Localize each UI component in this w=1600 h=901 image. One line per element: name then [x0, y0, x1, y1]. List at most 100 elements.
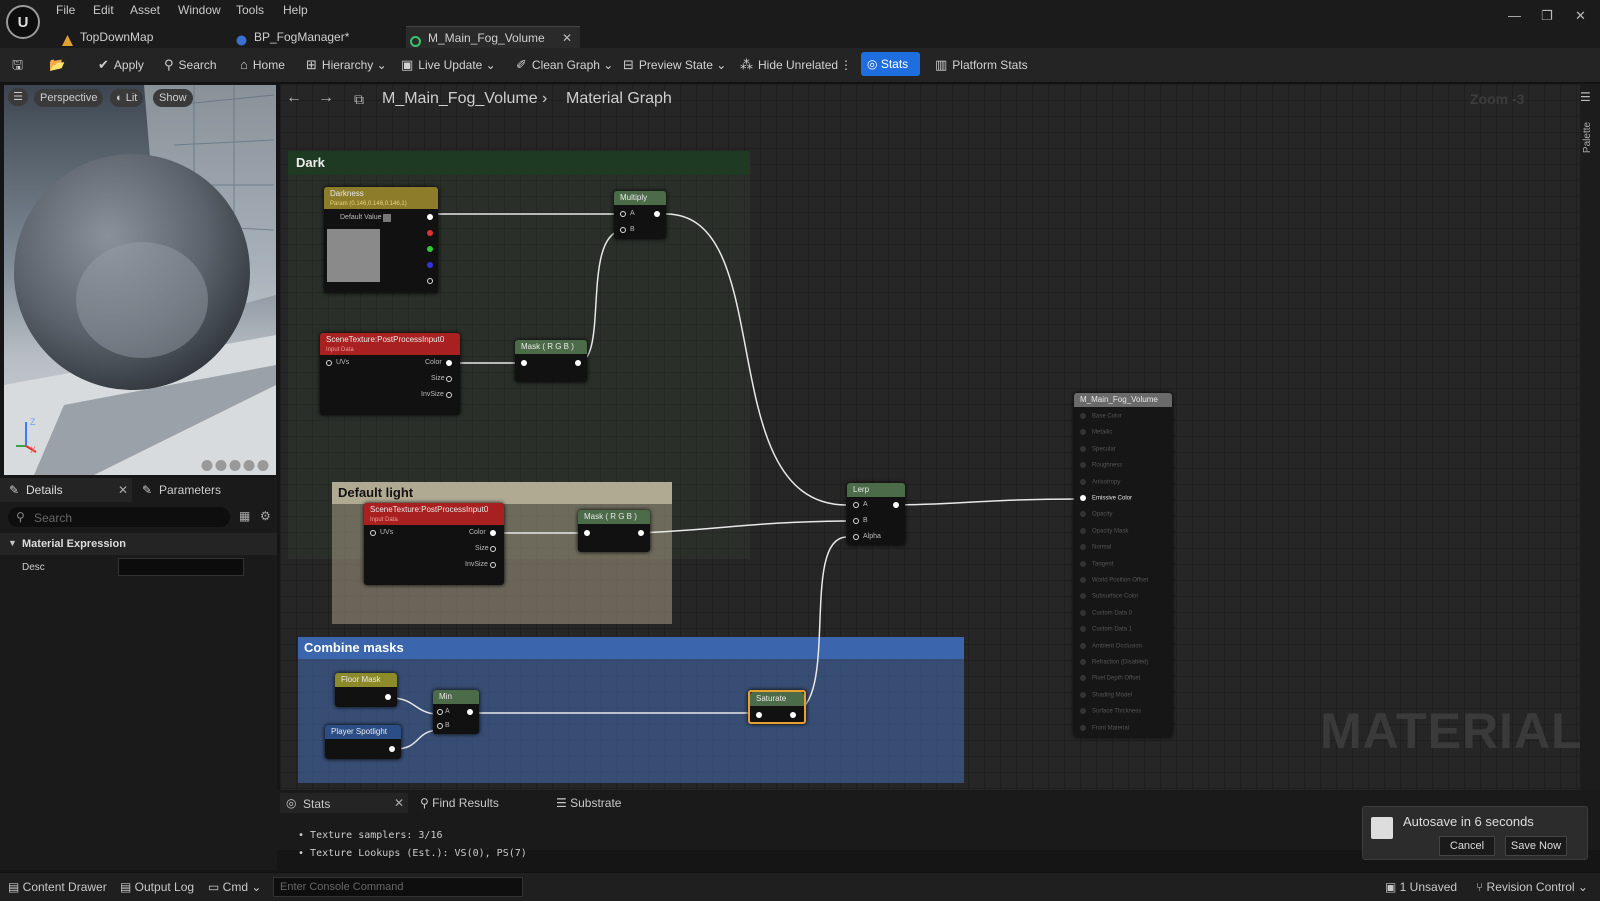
result-pin[interactable] [1080, 577, 1086, 583]
pin-invsize[interactable] [446, 392, 452, 398]
material-expression-section[interactable]: ▼ Material Expression [0, 533, 277, 555]
pin-a[interactable] [437, 709, 443, 715]
result-pin-row[interactable]: Normal [1080, 544, 1111, 554]
menu-file[interactable]: File [56, 3, 75, 17]
pin-out[interactable] [893, 502, 899, 508]
stats-button[interactable]: ◎ Stats [861, 52, 920, 76]
result-pin-row[interactable]: Specular [1080, 445, 1116, 456]
result-pin-row[interactable]: Shading Model [1080, 691, 1132, 702]
pin-out[interactable] [790, 712, 796, 718]
result-pin-row[interactable]: Refraction (Disabled) [1080, 659, 1148, 669]
desc-input[interactable] [118, 558, 244, 576]
node-material-result[interactable]: M_Main_Fog_Volume Base Color Metallic Spec… [1074, 393, 1172, 737]
result-pin[interactable] [1080, 691, 1086, 698]
result-pin[interactable] [1080, 724, 1086, 731]
home-button[interactable]: ⌂ Home [240, 55, 285, 75]
result-pin-row[interactable]: Roughness [1080, 462, 1122, 472]
tab-stats[interactable]: ◎ Stats ✕ [280, 793, 408, 813]
cmd-dropdown[interactable]: ▭ Cmd ⌄ [208, 880, 261, 894]
palette-tab[interactable]: Palette [1582, 122, 1593, 153]
result-pin-row[interactable]: Base Color [1080, 413, 1122, 423]
hide-unrelated-button[interactable]: ⁂ Hide Unrelated [740, 55, 838, 75]
result-pin-row[interactable]: Custom Data 1 [1080, 626, 1132, 636]
result-pin[interactable] [1080, 478, 1086, 485]
result-pin-row[interactable]: Opacity Mask [1080, 527, 1128, 538]
result-pin[interactable] [1080, 511, 1086, 518]
pin-a[interactable] [427, 278, 433, 284]
result-pin[interactable] [1080, 659, 1086, 665]
node-darkness[interactable]: Darkness Param (0.146,0.146,0.146,1) Def… [324, 187, 438, 293]
node-player-spotlight[interactable]: Player Spotlight [325, 725, 401, 759]
pin-size[interactable] [490, 546, 496, 552]
result-pin-row[interactable]: Front Material [1080, 724, 1129, 735]
pin-color[interactable] [446, 360, 452, 366]
pin-b[interactable] [427, 262, 433, 268]
pin-in[interactable] [584, 530, 590, 536]
color-swatch[interactable] [383, 214, 391, 222]
save-now-button[interactable]: Save Now [1505, 836, 1567, 856]
pin-alpha[interactable] [853, 534, 859, 540]
material-graph-canvas[interactable]: Dark Default light Combine masks Darknes… [280, 84, 1580, 790]
node-min[interactable]: Min A B [433, 690, 479, 734]
forward-arrow-icon[interactable]: → [318, 89, 334, 107]
result-pin[interactable] [1080, 445, 1086, 452]
content-drawer-button[interactable]: ▤ Content Drawer [8, 880, 107, 894]
result-pin-row[interactable]: Metallic [1080, 429, 1112, 439]
table-view-icon[interactable]: ▦ [239, 509, 250, 523]
result-pin[interactable] [1080, 462, 1086, 469]
result-pin-row[interactable]: Tangent [1080, 560, 1113, 571]
breadcrumb-asset[interactable]: M_Main_Fog_Volume [382, 90, 538, 108]
result-pin-row[interactable]: Opacity [1080, 511, 1112, 521]
apply-button[interactable]: ✔ Apply [98, 55, 144, 75]
clean-graph-button[interactable]: ✐ Clean Graph ⌄ [516, 55, 613, 75]
pin-color[interactable] [490, 530, 496, 536]
viewport-menu-icon[interactable]: ☰ [8, 88, 28, 106]
perspective-button[interactable]: Perspective [34, 89, 104, 107]
unsaved-indicator[interactable]: ▣ 1 Unsaved [1385, 880, 1457, 894]
node-saturate[interactable]: Saturate [748, 690, 806, 724]
pin-out[interactable] [638, 530, 644, 536]
browse-icon[interactable]: 📂 [49, 55, 70, 75]
pin-size[interactable] [446, 376, 452, 382]
node-scenetexture-1[interactable]: SceneTexture:PostProcessInput0 Input Dat… [320, 333, 460, 415]
save-icon[interactable]: 🖫 [12, 55, 28, 75]
pin-b[interactable] [437, 723, 443, 729]
pin-in[interactable] [521, 360, 527, 366]
pin-a[interactable] [620, 211, 626, 217]
result-pin-row[interactable]: World Position Offset [1080, 577, 1148, 587]
menu-help[interactable]: Help [283, 3, 308, 17]
pin-a[interactable] [853, 502, 859, 508]
menu-window[interactable]: Window [178, 3, 221, 17]
result-pin[interactable] [1080, 413, 1086, 419]
result-pin[interactable] [1080, 560, 1086, 567]
pin-b[interactable] [853, 518, 859, 524]
pin-out[interactable] [389, 746, 395, 752]
revision-control-button[interactable]: ⑂ Revision Control ⌄ [1476, 880, 1588, 894]
show-button[interactable]: Show [153, 89, 193, 107]
pin-r[interactable] [427, 230, 433, 236]
pin-g[interactable] [427, 246, 433, 252]
pin-b[interactable] [620, 227, 626, 233]
node-multiply[interactable]: Multiply A B [614, 191, 666, 239]
menu-tools[interactable]: Tools [236, 3, 264, 17]
result-pin[interactable] [1080, 708, 1086, 715]
search-button[interactable]: ⚲ Search [164, 55, 217, 75]
result-pin-row[interactable]: Subsurface Color [1080, 593, 1138, 603]
node-scenetexture-2[interactable]: SceneTexture:PostProcessInput0 Input Dat… [364, 503, 504, 585]
result-pin[interactable] [1080, 544, 1086, 551]
menu-edit[interactable]: Edit [93, 3, 114, 17]
pin-rgb[interactable] [427, 214, 433, 220]
result-pin-row[interactable]: Custom Data 0 [1080, 609, 1132, 620]
pin-uvs[interactable] [326, 360, 332, 366]
back-arrow-icon[interactable]: ← [286, 89, 302, 107]
result-pin-row[interactable]: Emissive Color [1080, 495, 1132, 505]
result-pin-row[interactable]: Anisotropy [1080, 478, 1120, 489]
node-mask-rgb-2[interactable]: Mask ( R G B ) [578, 510, 650, 552]
tab-details[interactable]: ✎ Details ✕ [0, 478, 132, 502]
result-pin[interactable] [1080, 593, 1086, 600]
tab-bp-fogmanager[interactable]: BP_FogManager* [232, 26, 402, 48]
close-details-icon[interactable]: ✕ [118, 483, 128, 497]
minimize-icon[interactable]: — [1508, 8, 1521, 23]
pin-out[interactable] [575, 360, 581, 366]
lit-button[interactable]: ◐ Lit [110, 89, 144, 107]
